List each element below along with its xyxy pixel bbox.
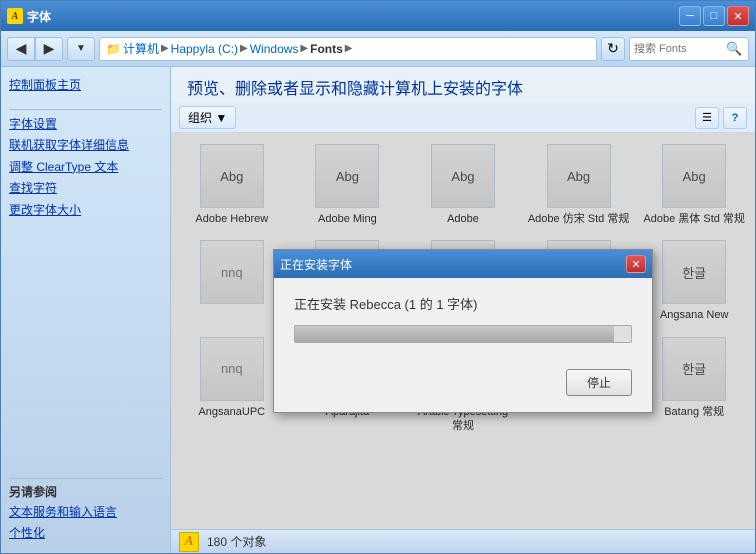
search-input[interactable] (634, 43, 724, 55)
help-button[interactable]: ? (723, 107, 747, 129)
main-content: 控制面板主页 字体设置 联机获取字体详细信息 调整 ClearType 文本 查… (1, 67, 755, 553)
organize-button[interactable]: 组织 ▼ (179, 106, 236, 129)
sidebar-also-see-title: 另请参阅 (9, 483, 162, 500)
minimize-button[interactable]: ─ (679, 6, 701, 26)
modal-title-bar: 正在安装字体 ✕ (274, 250, 652, 278)
install-modal: 正在安装字体 ✕ 正在安装 Rebecca (1 的 1 字体) (273, 249, 653, 413)
modal-status-text: 正在安装 Rebecca (1 的 1 字体) (294, 294, 632, 313)
window-icon: A (7, 8, 23, 24)
title-bar: A 字体 ─ □ ✕ (1, 1, 755, 31)
progress-bar-fill (295, 326, 614, 342)
status-count: 180 个对象 (207, 533, 266, 550)
title-bar-left: A 字体 (7, 8, 51, 25)
breadcrumb-bar: 📁 计算机 ▶ Happyla (C:) ▶ Windows ▶ Fonts ▶ (99, 37, 597, 61)
view-button[interactable]: ☰ (695, 107, 719, 129)
sidebar-link-cleartype[interactable]: 调整 ClearType 文本 (9, 157, 162, 179)
toolbar-right: ☰ ? (695, 107, 747, 129)
refresh-button[interactable]: ↻ (601, 37, 625, 61)
modal-overlay: 正在安装字体 ✕ 正在安装 Rebecca (1 的 1 字体) (171, 133, 755, 529)
sidebar-control-panel-link[interactable]: 控制面板主页 (9, 75, 162, 97)
sidebar-bottom: 另请参阅 文本服务和输入语言 个性化 (9, 474, 162, 545)
modal-body: 正在安装 Rebecca (1 的 1 字体) (274, 278, 652, 359)
sidebar-link-text-services[interactable]: 文本服务和输入语言 (9, 502, 162, 524)
sidebar: 控制面板主页 字体设置 联机获取字体详细信息 调整 ClearType 文本 查… (1, 67, 171, 553)
main-window: A 字体 ─ □ ✕ ◀ ▶ ▼ 📁 计算机 ▶ Happyla (C:) ▶ … (0, 0, 756, 554)
sidebar-tasks-section: 字体设置 联机获取字体详细信息 调整 ClearType 文本 查找字符 更改字… (9, 114, 162, 222)
font-grid-container: Abg Adobe Hebrew Abg Adobe Ming Abg (171, 133, 755, 529)
status-bar: A 180 个对象 (171, 529, 755, 553)
search-icon[interactable]: 🔍 (726, 41, 742, 57)
address-bar: ◀ ▶ ▼ 📁 计算机 ▶ Happyla (C:) ▶ Windows ▶ F… (1, 31, 755, 67)
breadcrumb-computer[interactable]: 计算机 (123, 40, 159, 57)
search-bar: 🔍 (629, 37, 749, 61)
back-button[interactable]: ◀ (7, 37, 35, 61)
breadcrumb-fonts[interactable]: Fonts (310, 42, 343, 56)
nav-buttons: ◀ ▶ (7, 37, 63, 61)
maximize-button[interactable]: □ (703, 6, 725, 26)
sidebar-link-change-size[interactable]: 更改字体大小 (9, 200, 162, 222)
content-area: 预览、删除或者显示和隐藏计算机上安装的字体 组织 ▼ ☰ ? Abg (171, 67, 755, 553)
toolbar: 组织 ▼ ☰ ? (171, 103, 755, 133)
status-font-icon: A (179, 532, 199, 552)
breadcrumb-folder-icon: 📁 (106, 42, 121, 56)
progress-bar (294, 325, 632, 343)
sidebar-main-section: 控制面板主页 (9, 75, 162, 97)
forward-button[interactable]: ▶ (35, 37, 63, 61)
close-button[interactable]: ✕ (727, 6, 749, 26)
modal-close-button[interactable]: ✕ (626, 255, 646, 273)
sidebar-link-personalize[interactable]: 个性化 (9, 523, 162, 545)
sidebar-divider-2 (9, 478, 162, 479)
page-title: 预览、删除或者显示和隐藏计算机上安装的字体 (187, 75, 739, 99)
title-buttons: ─ □ ✕ (679, 6, 749, 26)
sidebar-link-find-char[interactable]: 查找字符 (9, 178, 162, 200)
dropdown-button[interactable]: ▼ (67, 37, 95, 61)
sidebar-link-online-info[interactable]: 联机获取字体详细信息 (9, 135, 162, 157)
content-header: 预览、删除或者显示和隐藏计算机上安装的字体 (171, 67, 755, 103)
breadcrumb-windows[interactable]: Windows (250, 42, 299, 56)
modal-title: 正在安装字体 (280, 256, 352, 273)
sidebar-link-font-settings[interactable]: 字体设置 (9, 114, 162, 136)
stop-button[interactable]: 停止 (566, 369, 632, 396)
breadcrumb-drive[interactable]: Happyla (C:) (171, 42, 238, 56)
sidebar-divider-1 (9, 109, 162, 110)
window-title: 字体 (27, 8, 51, 25)
modal-footer: 停止 (274, 359, 652, 412)
